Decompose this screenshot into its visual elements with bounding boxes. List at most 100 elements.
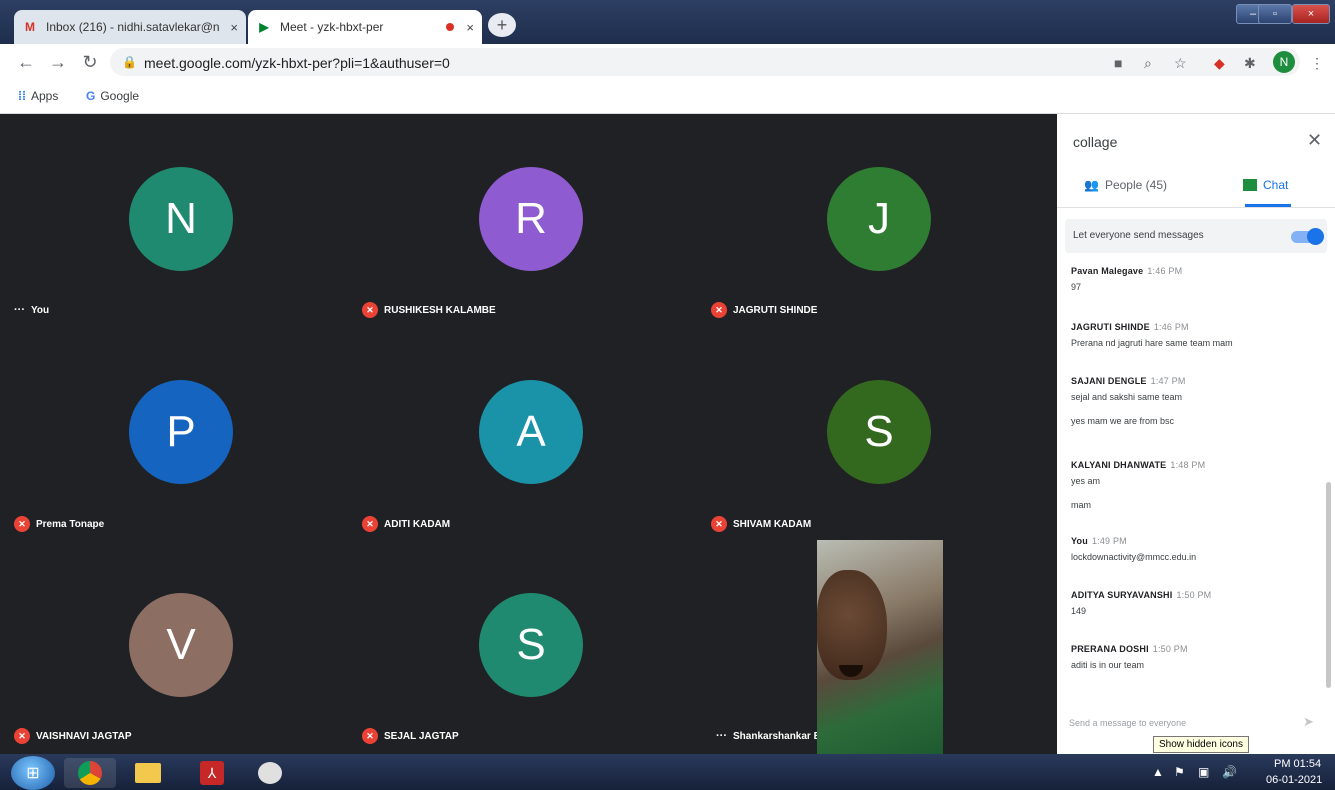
mic-off-icon: ✕	[711, 302, 727, 318]
message-text: 149	[1071, 606, 1087, 616]
meeting-title: collage	[1073, 134, 1118, 150]
tab-label: Chat	[1263, 178, 1289, 192]
tab-gmail[interactable]: M Inbox (216) - nidhi.satavlekar@n ×	[14, 10, 246, 44]
gmail-icon: M	[25, 20, 35, 34]
chrome-icon	[78, 761, 102, 785]
message-text: aditi is in our team	[1071, 660, 1145, 670]
back-icon[interactable]: ←	[16, 52, 36, 72]
meet-icon: ▶	[259, 20, 269, 34]
puzzle-icon[interactable]: ✱	[1244, 55, 1256, 72]
participant-name: ✕ VAISHNAVI JAGTAP	[14, 726, 132, 746]
tab-title: Inbox (216) - nidhi.satavlekar@n	[46, 20, 220, 34]
mic-off-icon: ✕	[362, 302, 378, 318]
chat-message: SAJANI DENGLE 1:47 PM sejal and sakshi sa…	[1071, 376, 1321, 426]
message-sender: KALYANI DHANWATE 1:48 PM	[1071, 460, 1206, 470]
mic-off-icon: ✕	[362, 516, 378, 532]
forward-icon[interactable]: →	[48, 52, 68, 72]
send-icon[interactable]: ➤	[1303, 714, 1314, 730]
tab-chat[interactable]: Chat	[1243, 178, 1288, 192]
message-sender: You 1:49 PM	[1071, 536, 1127, 546]
presenter-video[interactable]	[817, 540, 943, 754]
bookmark-label: Google	[100, 89, 140, 103]
participant-name: ✕ JAGRUTI SHINDE	[711, 300, 817, 320]
more-options-icon[interactable]: ···	[716, 730, 727, 742]
message-text: lockdownactivity@mmcc.edu.in	[1071, 552, 1197, 562]
mic-off-icon: ✕	[14, 728, 30, 744]
new-tab-button[interactable]: +	[488, 13, 516, 37]
participant-avatar: J	[827, 167, 931, 271]
close-icon[interactable]: ✕	[1307, 130, 1322, 151]
pdf-icon: ⅄	[200, 761, 224, 785]
lock-icon[interactable]: 🔒	[122, 55, 137, 69]
message-sender: PRERANA DOSHI 1:50 PM	[1071, 644, 1188, 654]
chat-scrollbar[interactable]	[1326, 482, 1331, 688]
mic-off-icon: ✕	[711, 516, 727, 532]
message-sender: SAJANI DENGLE 1:47 PM	[1071, 376, 1186, 386]
send-messages-toggle[interactable]	[1291, 228, 1324, 245]
maximize-button[interactable]: ▫	[1258, 4, 1292, 24]
message-text: 97	[1071, 282, 1082, 292]
more-options-icon[interactable]: ···	[14, 304, 25, 316]
participant-avatar: A	[479, 380, 583, 484]
participant-name: ✕ RUSHIKESH KALAMBE	[362, 300, 496, 320]
bookmark-label: Apps	[31, 89, 59, 103]
close-tab-icon[interactable]: ×	[466, 20, 474, 35]
browser-toolbar: ← → ↻ 🔒 meet.google.com/yzk-hbxt-per?pli…	[0, 44, 1335, 80]
message-text: mam	[1071, 500, 1091, 510]
reload-icon[interactable]: ↻	[80, 52, 100, 72]
show-hidden-icons[interactable]: ▲	[1152, 765, 1164, 779]
chat-input[interactable]: Send a message to everyone	[1069, 718, 1186, 728]
chat-permission-row: Let everyone send messages	[1065, 219, 1327, 253]
bookmarks-bar: ⁞⁞ Apps G Google	[0, 80, 1335, 114]
chat-message: You 1:49 PM lockdownactivity@mmcc.edu.in	[1071, 536, 1321, 562]
message-sender: Pavan Malegave 1:46 PM	[1071, 266, 1183, 276]
message-text: yes am	[1071, 476, 1101, 486]
tab-label: People (45)	[1104, 178, 1167, 192]
search-icon[interactable]: ⌕	[1144, 55, 1152, 72]
presenter-face	[817, 570, 887, 680]
start-button[interactable]: ⊞	[11, 756, 55, 790]
taskbar-paint[interactable]	[244, 758, 296, 788]
participant-name: ··· You	[14, 304, 50, 316]
network-icon[interactable]: ▣	[1198, 765, 1209, 779]
participant-avatar: S	[827, 380, 931, 484]
tab-meet[interactable]: ▶ Meet - yzk-hbxt-per ×	[248, 10, 482, 44]
flag-icon[interactable]: ⚑	[1174, 765, 1185, 779]
bookmark-apps[interactable]: ⁞⁞ Apps	[18, 89, 58, 103]
chat-message: PRERANA DOSHI 1:50 PM aditi is in our tea…	[1071, 644, 1321, 670]
browser-title-bar: M Inbox (216) - nidhi.satavlekar@n × ▶ M…	[0, 0, 1335, 44]
taskbar-acrobat[interactable]: ⅄	[186, 758, 238, 788]
participant-name: ✕ SHIVAM KADAM	[711, 514, 811, 534]
taskbar-explorer[interactable]	[122, 758, 174, 788]
mic-off-icon: ✕	[362, 728, 378, 744]
menu-icon[interactable]: ⋮	[1310, 55, 1324, 72]
chat-icon	[1243, 179, 1257, 191]
participant-name: ✕ SEJAL JAGTAP	[362, 726, 459, 746]
volume-icon[interactable]: 🔊	[1222, 765, 1237, 779]
recording-icon	[446, 23, 455, 31]
participant-name: ✕ ADITI KADAM	[362, 514, 450, 534]
chat-message: Pavan Malegave 1:46 PM 97	[1071, 266, 1321, 292]
close-tab-icon[interactable]: ×	[230, 20, 238, 35]
taskbar-chrome[interactable]	[64, 758, 116, 788]
url-text[interactable]: meet.google.com/yzk-hbxt-per?pli=1&authu…	[144, 55, 450, 71]
participant-avatar: N	[129, 167, 233, 271]
profile-avatar[interactable]: N	[1273, 51, 1295, 73]
extension-icon[interactable]: ◆	[1214, 55, 1225, 72]
participant-name: ✕ Prema Tonape	[14, 514, 104, 534]
chat-message: JAGRUTI SHINDE 1:46 PM Prerana nd jagruti…	[1071, 322, 1321, 348]
camera-icon[interactable]: ■	[1114, 55, 1122, 71]
clock-time[interactable]: PM 01:54	[1274, 758, 1321, 770]
bookmark-google[interactable]: G Google	[86, 89, 139, 103]
divider	[1057, 207, 1335, 208]
tab-people[interactable]: 👥 People (45)	[1084, 178, 1167, 192]
paint-icon	[258, 762, 282, 784]
windows-taskbar: ⊞ ⅄ ▲ ⚑ ▣ 🔊 PM 01:54 06-01-2021	[0, 754, 1335, 790]
chat-message: KALYANI DHANWATE 1:48 PM yes am mam	[1071, 460, 1321, 510]
star-icon[interactable]: ☆	[1174, 55, 1187, 72]
toggle-label: Let everyone send messages	[1073, 230, 1204, 241]
chat-message: ADITYA SURYAVANSHI 1:50 PM 149	[1071, 590, 1321, 616]
close-window-button[interactable]: ×	[1292, 4, 1330, 24]
participant-avatar: R	[479, 167, 583, 271]
clock-date[interactable]: 06-01-2021	[1266, 774, 1322, 786]
